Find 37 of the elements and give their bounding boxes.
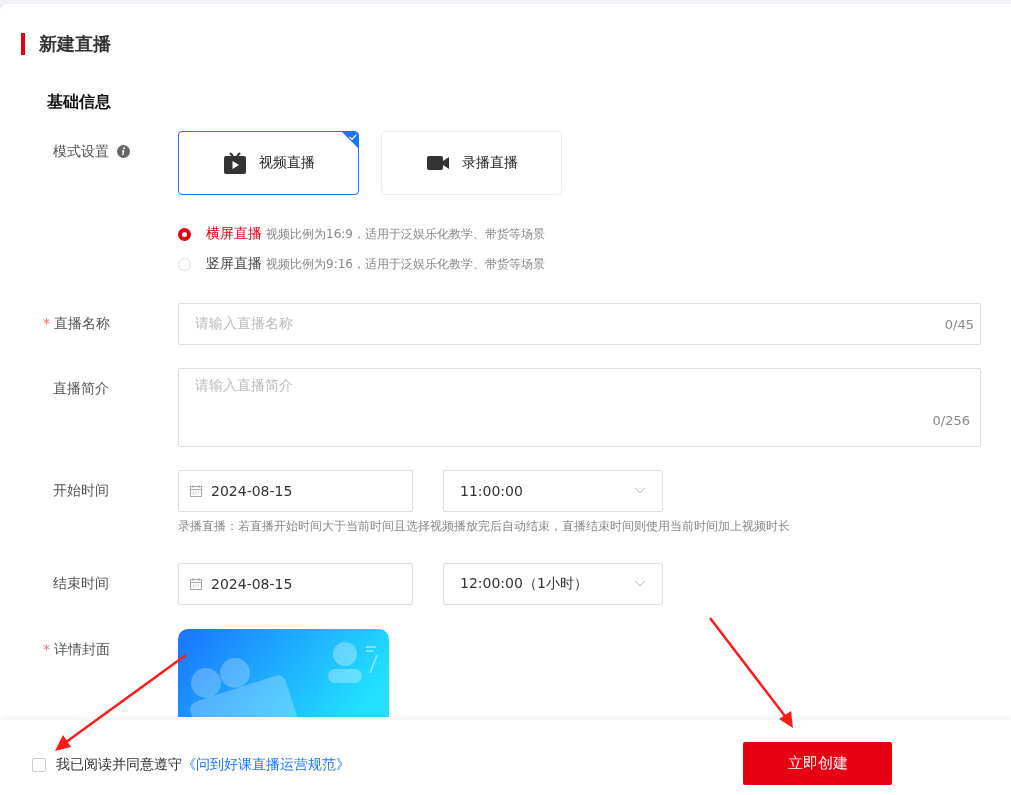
field-label: 模式设置 — [53, 143, 109, 161]
time-select[interactable]: 12:00:00（1小时） — [443, 563, 663, 605]
chevron-down-icon — [634, 580, 646, 588]
selected-check-icon — [342, 132, 358, 148]
live-intro-textarea[interactable]: 请输入直播简介 0/256 — [178, 368, 981, 447]
radio-label: 竖屏直播 — [206, 255, 262, 273]
create-button[interactable]: 立即创建 — [743, 742, 892, 785]
date-picker[interactable]: 2024-08-15 — [178, 563, 413, 605]
field-label: 结束时间 — [53, 575, 109, 593]
field-label: 直播简介 — [53, 380, 109, 398]
chevron-down-icon — [634, 487, 646, 495]
calendar-icon — [189, 484, 203, 498]
live-name-input[interactable]: 请输入直播名称 0/45 — [178, 303, 981, 345]
field-label: 直播名称 — [54, 315, 110, 333]
mode-option[interactable]: 录播直播 — [381, 131, 562, 195]
radio-description: 视频比例为9:16，适用于泛娱乐化教学、带货等场景 — [266, 255, 545, 273]
agree-checkbox[interactable] — [32, 757, 46, 772]
hint-text: 录播直播：若直播开始时间大于当前时间且选择视频播放完后自动结束，直播结束时间则使用当前时间加上视频时长 — [178, 518, 790, 535]
radio-label: 横屏直播 — [206, 225, 262, 243]
mode-option[interactable]: 视频直播 — [178, 131, 359, 195]
tv-play-icon — [222, 151, 247, 175]
time-select[interactable]: 11:00:00 — [443, 470, 663, 512]
radio-description: 视频比例为16:9，适用于泛娱乐化教学、带货等场景 — [266, 225, 545, 243]
info-icon[interactable] — [117, 145, 130, 158]
required-asterisk: * — [43, 315, 50, 331]
section-heading: 基础信息 — [47, 92, 112, 113]
required-asterisk: * — [43, 641, 50, 657]
field-label: 详情封面 — [54, 641, 110, 659]
agree-text: 我已阅读并同意遵守 — [56, 755, 182, 774]
field-label: 开始时间 — [53, 482, 109, 500]
calendar-icon — [189, 577, 203, 591]
page-title: 新建直播 — [39, 32, 111, 56]
rules-link[interactable]: 《问到好课直播运营规范》 — [182, 755, 350, 774]
title-accent-bar — [21, 33, 25, 55]
cover-image-drawing[interactable] — [178, 629, 389, 717]
radio-button[interactable] — [178, 227, 191, 241]
date-picker[interactable]: 2024-08-15 — [178, 470, 413, 512]
